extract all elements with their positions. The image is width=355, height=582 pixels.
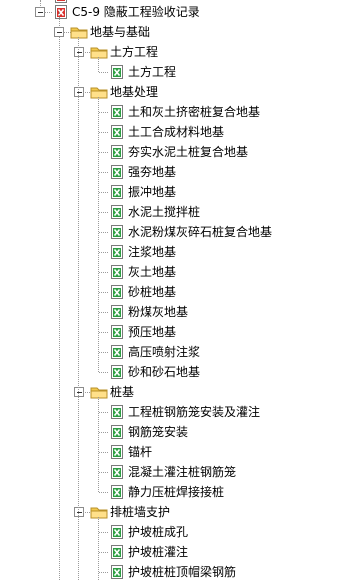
- tree-guide-line: [99, 372, 108, 373]
- tree-guide-line: [83, 92, 90, 93]
- excel-icon: [109, 304, 125, 320]
- tree-folder-label[interactable]: 排桩墙支护: [110, 502, 170, 522]
- excel-icon: [109, 244, 125, 260]
- tree-item-label[interactable]: 高压喷射注浆: [128, 342, 200, 362]
- excel-icon: [109, 484, 125, 500]
- tree-guide-line: [99, 312, 108, 313]
- tree-item-label[interactable]: 护坡桩桩顶帽梁钢筋: [128, 562, 236, 582]
- tree-guide-line: [99, 152, 108, 153]
- tree-item-label[interactable]: 土方工程: [128, 62, 176, 82]
- tree-guide-line: [99, 172, 108, 173]
- tree-item-label[interactable]: 预压地基: [128, 322, 176, 342]
- excel-icon: [109, 184, 125, 200]
- tree-item-label[interactable]: 钢筋笼安装: [128, 422, 188, 442]
- excel-icon: [109, 464, 125, 480]
- tree-guide-line: [44, 12, 52, 13]
- tree-item-label[interactable]: 护坡桩灌注: [128, 542, 188, 562]
- tree-guide-line: [99, 332, 108, 333]
- tree-item-label[interactable]: 粉煤灰地基: [128, 302, 188, 322]
- folder-icon: [90, 44, 108, 60]
- tree-guide-line: [99, 272, 108, 273]
- tree-item-label[interactable]: 土和灰土挤密桩复合地基: [128, 102, 260, 122]
- tree-guide-line: [83, 512, 90, 513]
- tree-guide-line: [98, 97, 99, 372]
- tree-group-label[interactable]: 地基与基础: [90, 22, 150, 42]
- tree-guide-line: [99, 492, 108, 493]
- folder-icon: [90, 504, 108, 520]
- tree-guide-line: [99, 192, 108, 193]
- tree-guide-line: [59, 12, 60, 580]
- tree-guide-line: [98, 57, 99, 72]
- excel-icon: [109, 404, 125, 420]
- tree-folder-label[interactable]: 地基处理: [110, 82, 158, 102]
- excel-icon: [109, 544, 125, 560]
- excel-icon: [109, 364, 125, 380]
- excel-icon: [109, 144, 125, 160]
- excel-icon: [109, 444, 125, 460]
- tree-guide-line: [99, 212, 108, 213]
- tree-root-label[interactable]: C5-9 隐蔽工程验收记录: [72, 2, 200, 22]
- excel-icon: [109, 324, 125, 340]
- tree-guide-line: [99, 472, 108, 473]
- tree-item-label[interactable]: 护坡桩成孔: [128, 522, 188, 542]
- tree-guide-line: [98, 517, 99, 580]
- tree-guide-line: [99, 412, 108, 413]
- tree-item-label[interactable]: 混凝土灌注桩钢筋笼: [128, 462, 236, 482]
- tree-guide-line: [83, 392, 90, 393]
- tree-folder-label[interactable]: 土方工程: [110, 42, 158, 62]
- excel-icon: [109, 64, 125, 80]
- tree-guide-line: [99, 232, 108, 233]
- tree-item-label[interactable]: 注浆地基: [128, 242, 176, 262]
- tree-guide-line: [99, 72, 108, 73]
- tree-item-label[interactable]: 水泥土搅拌桩: [128, 202, 200, 222]
- excel-icon: [109, 224, 125, 240]
- tree-guide-line: [99, 552, 108, 553]
- tree-guide-line: [78, 37, 79, 580]
- tree-item-label[interactable]: 静力压桩焊接接桩: [128, 482, 224, 502]
- folder-icon: [90, 84, 108, 100]
- tree-item-label[interactable]: 灰土地基: [128, 262, 176, 282]
- excel-icon: [109, 264, 125, 280]
- tree-guide-line: [99, 132, 108, 133]
- tree-item-label[interactable]: 水泥粉煤灰碎石桩复合地基: [128, 222, 272, 242]
- tree-guide-line: [99, 532, 108, 533]
- excel-icon: [109, 564, 125, 580]
- excel-icon: [109, 524, 125, 540]
- tree-guide-line: [99, 432, 108, 433]
- excel-icon: [109, 124, 125, 140]
- excel-icon: [109, 204, 125, 220]
- tree-item-label[interactable]: 砂桩地基: [128, 282, 176, 302]
- tree-folder-label[interactable]: 桩基: [110, 382, 134, 402]
- tree-guide-line: [98, 397, 99, 492]
- tree-guide-line: [99, 352, 108, 353]
- tree-item-label[interactable]: 砂和砂石地基: [128, 362, 200, 382]
- tree-guide-line: [99, 292, 108, 293]
- tree-item-label[interactable]: 工程桩钢筋笼安装及灌注: [128, 402, 260, 422]
- tree-item-label[interactable]: 夯实水泥土桩复合地基: [128, 142, 248, 162]
- excel-icon: [109, 424, 125, 440]
- tree-item-label[interactable]: 土工合成材料地基: [128, 122, 224, 142]
- tree-item-label[interactable]: 锚杆: [128, 442, 152, 462]
- tree-item-label[interactable]: 振冲地基: [128, 182, 176, 202]
- folder-icon: [90, 384, 108, 400]
- tree-guide-line: [99, 572, 108, 573]
- tree-guide-line: [99, 452, 108, 453]
- excel-icon: [109, 284, 125, 300]
- excel-icon: [109, 344, 125, 360]
- excel-icon: [109, 164, 125, 180]
- pdf-icon: [53, 4, 69, 20]
- tree-item-label[interactable]: 强夯地基: [128, 162, 176, 182]
- tree-guide-line: [99, 112, 108, 113]
- folder-icon: [70, 24, 88, 40]
- tree-guide-line: [83, 52, 90, 53]
- excel-icon: [109, 104, 125, 120]
- tree-guide-line: [99, 252, 108, 253]
